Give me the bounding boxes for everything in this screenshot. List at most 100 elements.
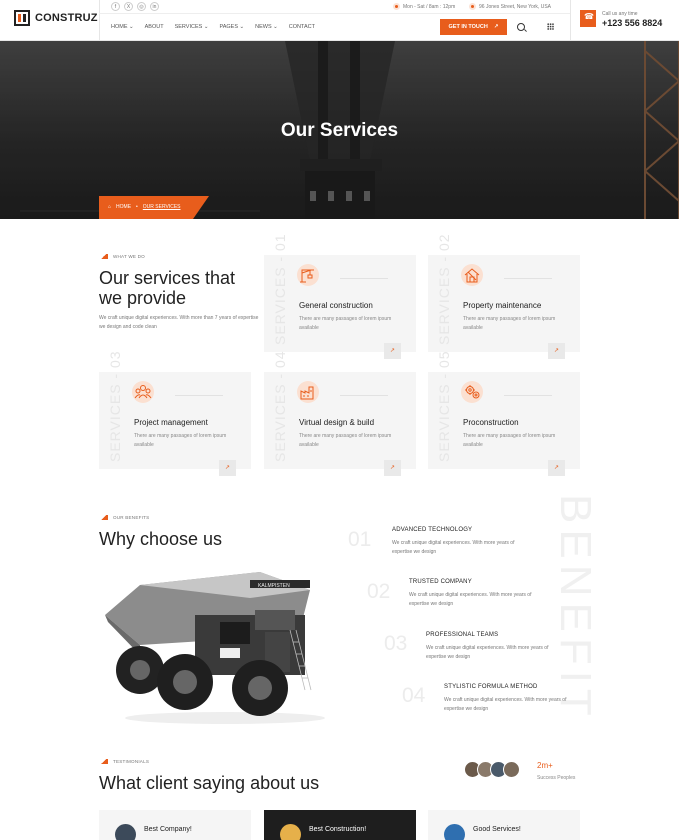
breadcrumb-separator: • — [136, 204, 138, 210]
address-text: 96 Jones Street, New York, USA — [479, 3, 551, 10]
avatar — [444, 824, 465, 840]
top-bar: f X ◎ in Mon - Sat / 8am : 12pm 96 Jones… — [99, 0, 570, 14]
menu-grid-icon[interactable] — [547, 23, 554, 30]
avatar — [115, 824, 136, 840]
service-title[interactable]: Property maintenance — [463, 301, 541, 310]
crane-icon — [297, 264, 319, 286]
mining-truck-image: KALMPISTEN — [105, 572, 325, 724]
benefit-title: TRUSTED COMPANY — [409, 579, 472, 585]
benefit-watermark-text: BENEFIT — [551, 494, 600, 722]
page: CONSTRUZ f X ◎ in Mon - Sat / 8am : 12pm… — [0, 0, 679, 840]
get-in-touch-label: GET IN TOUCH — [448, 24, 488, 30]
testimonial-title: Best Company! — [144, 826, 192, 833]
linkedin-icon[interactable]: in — [150, 2, 159, 11]
avatar-group — [464, 761, 520, 778]
logo[interactable]: CONSTRUZ — [14, 10, 98, 26]
call-number[interactable]: +123 556 8824 — [602, 18, 662, 28]
why-heading: Why choose us — [99, 529, 223, 549]
facebook-icon[interactable]: f — [111, 2, 120, 11]
service-card[interactable]: SERVICES - 03 Project management There a… — [99, 350, 251, 476]
service-card[interactable]: SERVICES - 01 General construction There… — [264, 233, 416, 359]
service-card[interactable]: SERVICES - 02 Property maintenance There… — [428, 233, 580, 359]
benefit-title: ADVANCED TECHNOLOGY — [392, 527, 473, 533]
nav-item-services[interactable]: SERVICES ⌄ — [175, 24, 209, 30]
nav-item-news[interactable]: NEWS ⌄ — [255, 24, 278, 30]
address: 96 Jones Street, New York, USA — [469, 3, 551, 10]
stat-label: Success Peoples — [537, 775, 576, 781]
service-title[interactable]: General construction — [299, 301, 373, 310]
breadcrumb: ⌂ HOME • OUR SERVICES — [99, 196, 209, 219]
breadcrumb-links: ⌂ HOME • OUR SERVICES — [108, 204, 181, 210]
instagram-icon[interactable]: ◎ — [137, 2, 146, 11]
main-nav: HOME ⌄ ABOUT SERVICES ⌄ PAGES ⌄ NEWS ⌄ C… — [111, 24, 315, 30]
card-rule — [175, 395, 223, 396]
nav-item-contact[interactable]: CONTACT — [289, 24, 315, 30]
service-number: SERVICES - 01 — [272, 233, 288, 345]
page-title: Our Services — [280, 120, 399, 141]
opening-hours: Mon - Sat / 8am : 12pm — [393, 3, 455, 10]
benefit-description: We craft unique digital experiences. Wit… — [444, 697, 567, 712]
testimonial-card: Good Services! — [428, 810, 580, 840]
service-title[interactable]: Project management — [134, 418, 208, 427]
testimonial-title: Good Services! — [473, 826, 521, 833]
gears-icon — [461, 381, 483, 403]
truck-plate: KALMPISTEN — [258, 583, 290, 589]
benefit-description: We craft unique digital experiences. Wit… — [426, 645, 549, 660]
benefit-title: PROFESSIONAL TEAMS — [426, 632, 499, 638]
service-description: There are many passages of lorem ipsum a… — [463, 433, 556, 448]
service-title[interactable]: Proconstruction — [463, 418, 519, 427]
logo-mark-icon — [14, 10, 30, 26]
benefit-number: 01 — [348, 528, 372, 551]
service-card[interactable]: SERVICES - 05 Proconstruction There are … — [428, 350, 580, 476]
arrow-up-right-icon[interactable]: ↗ — [219, 460, 236, 476]
breadcrumb-current: OUR SERVICES — [142, 204, 181, 210]
home-icon: ⌂ — [108, 204, 112, 210]
testimonial-card: Best Construction! — [264, 810, 416, 840]
breadcrumb-home[interactable]: HOME — [116, 204, 131, 210]
search-icon[interactable] — [517, 23, 525, 31]
benefit-number: 04 — [402, 684, 426, 707]
service-title[interactable]: Virtual design & build — [299, 418, 374, 427]
service-card[interactable]: SERVICES - 04 Virtual design & build The… — [264, 350, 416, 476]
services-intro: We craft unique digital experiences. Wit… — [99, 315, 259, 330]
x-twitter-icon[interactable]: X — [124, 2, 133, 11]
header-divider — [570, 0, 571, 41]
nav-item-about[interactable]: ABOUT — [145, 24, 164, 30]
testimonials-tag: TESTIMONIALS — [99, 759, 149, 764]
benefit-description: We craft unique digital experiences. Wit… — [409, 592, 532, 607]
nav-item-pages[interactable]: PAGES ⌄ — [219, 24, 244, 30]
arrow-up-right-icon[interactable]: ↗ — [384, 343, 401, 359]
service-description: There are many passages of lorem ipsum a… — [299, 433, 392, 448]
avatar — [503, 761, 520, 778]
location-pin-icon — [469, 3, 476, 10]
benefit-number: 03 — [384, 632, 408, 655]
testimonials-tag-text: TESTIMONIALS — [113, 759, 150, 764]
nav-item-home[interactable]: HOME ⌄ — [111, 24, 134, 30]
stat-value: 2m+ — [537, 761, 553, 770]
arrow-up-right-icon[interactable]: ↗ — [384, 460, 401, 476]
arrow-up-right-icon[interactable]: ↗ — [548, 343, 565, 359]
benefit-description: We craft unique digital experiences. Wit… — [392, 540, 515, 555]
testimonials-heading: What client saying about us — [99, 773, 320, 793]
card-rule — [340, 395, 388, 396]
service-description: There are many passages of lorem ipsum a… — [134, 433, 227, 448]
benefits-tag-text: OUR BENEFITS — [113, 515, 150, 520]
service-number: SERVICES - 05 — [436, 350, 452, 462]
phone-icon — [580, 10, 596, 27]
benefit-title: STYLISTIC FORMULA METHOD — [444, 684, 538, 690]
arrow-up-right-icon[interactable]: ↗ — [548, 460, 565, 476]
services-tag-text: WHAT WE DO — [113, 254, 145, 259]
tag-triangle-icon — [99, 254, 108, 259]
site-header: CONSTRUZ f X ◎ in Mon - Sat / 8am : 12pm… — [0, 0, 679, 41]
card-rule — [340, 278, 388, 279]
tag-triangle-icon — [99, 759, 108, 764]
arrow-up-right-icon: ↗ — [493, 24, 499, 30]
avatar — [280, 824, 301, 840]
tag-triangle-icon — [99, 515, 108, 520]
services-heading-line2: we provide — [99, 288, 187, 308]
get-in-touch-button[interactable]: GET IN TOUCH ↗ — [440, 19, 507, 35]
house-tools-icon — [461, 264, 483, 286]
service-number: SERVICES - 04 — [272, 350, 288, 462]
logo-text: CONSTRUZ — [35, 12, 98, 24]
services-heading-line1: Our services that — [99, 268, 236, 288]
